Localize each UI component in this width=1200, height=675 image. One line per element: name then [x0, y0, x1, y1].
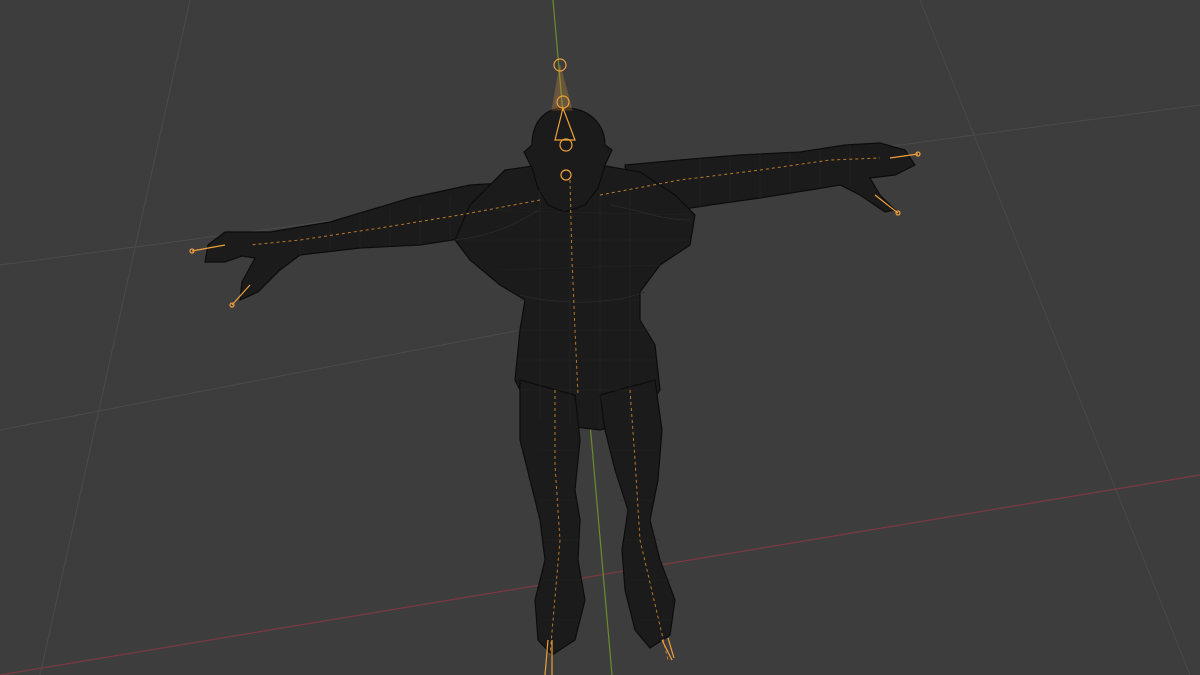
viewport-canvas[interactable]	[0, 0, 1200, 675]
3d-viewport[interactable]	[0, 0, 1200, 675]
grid-line	[919, 0, 1191, 675]
right-leg-mesh	[599, 379, 676, 649]
x-axis-line	[0, 474, 1200, 675]
grid-line	[39, 0, 191, 675]
left-leg-mesh	[519, 379, 586, 656]
grid-line	[0, 329, 521, 431]
character-mesh[interactable]	[204, 107, 916, 656]
